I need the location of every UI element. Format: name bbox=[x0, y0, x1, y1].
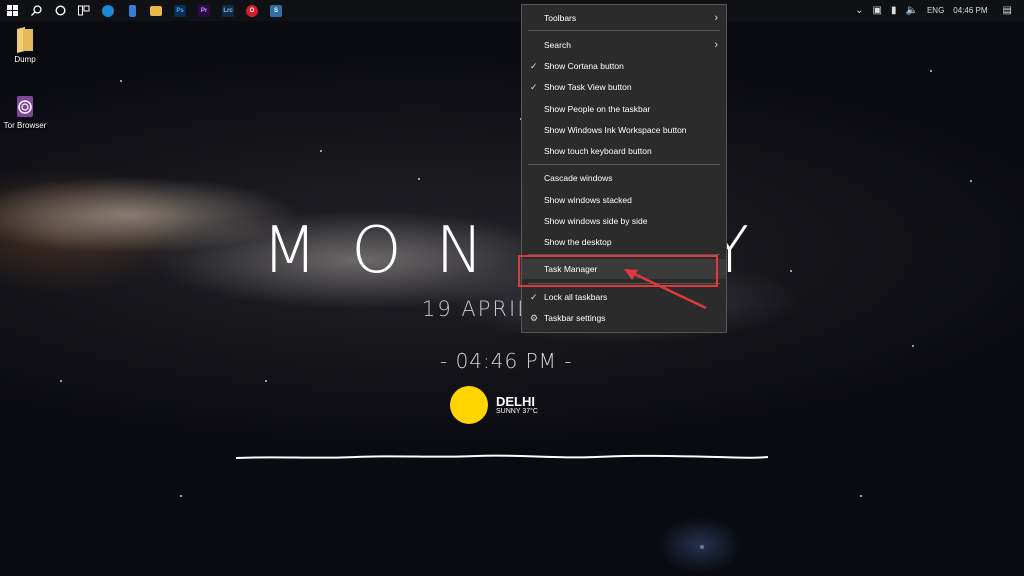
desktop-wallpaper bbox=[0, 0, 1024, 576]
menu-separator bbox=[528, 30, 720, 31]
menu-item-show-desktop[interactable]: Show the desktop bbox=[522, 232, 726, 252]
snip-app[interactable]: S bbox=[264, 0, 288, 21]
menu-item-label: Show windows stacked bbox=[544, 195, 632, 205]
widget-wave-line bbox=[236, 454, 768, 459]
windows-logo-icon bbox=[6, 5, 18, 16]
menu-item-search[interactable]: Search › bbox=[522, 35, 726, 55]
phone-icon bbox=[128, 4, 136, 17]
lightroom-icon: Lrc bbox=[222, 4, 234, 17]
star bbox=[418, 178, 420, 180]
menu-item-cascade-windows[interactable]: Cascade windows bbox=[522, 168, 726, 188]
battery-icon[interactable]: ▮ bbox=[891, 5, 897, 16]
star bbox=[930, 70, 932, 72]
opera-icon: O bbox=[246, 4, 258, 17]
folder-icon bbox=[17, 27, 33, 53]
file-explorer-app[interactable] bbox=[144, 0, 168, 21]
menu-item-show-windows-side-by-side[interactable]: Show windows side by side bbox=[522, 211, 726, 231]
notifications-icon[interactable]: ▤ bbox=[1003, 5, 1012, 16]
star bbox=[180, 495, 182, 497]
menu-item-label: Show People on the taskbar bbox=[544, 104, 651, 114]
premiere-icon: Pr bbox=[198, 4, 210, 17]
volume-icon[interactable]: 🔈 bbox=[906, 5, 918, 16]
star bbox=[860, 495, 862, 497]
snip-icon: S bbox=[270, 4, 282, 17]
folder-icon bbox=[150, 5, 162, 16]
menu-item-show-ink-workspace[interactable]: Show Windows Ink Workspace button bbox=[522, 120, 726, 140]
menu-item-label: Show the desktop bbox=[544, 237, 612, 247]
desktop-icon-tor-browser[interactable]: Tor Browser bbox=[0, 93, 50, 130]
cortana-circle-icon bbox=[54, 5, 66, 16]
phone-app[interactable] bbox=[120, 0, 144, 21]
chevron-right-icon: › bbox=[714, 39, 718, 51]
menu-item-label: Cascade windows bbox=[544, 173, 613, 183]
taskbar: Ps Pr Lrc O S ⌄ ▣ ▮ 🔈 ENG 04:46 PM ▤ bbox=[0, 0, 1024, 21]
menu-item-label: Show touch keyboard button bbox=[544, 146, 652, 156]
menu-item-label: Taskbar settings bbox=[544, 313, 606, 323]
widget-city: DELHI bbox=[496, 394, 535, 409]
tor-browser-icon bbox=[17, 96, 33, 117]
desktop-icon-dump[interactable]: Dump bbox=[0, 27, 50, 64]
desktop-icon-label: Dump bbox=[14, 55, 36, 64]
star bbox=[265, 380, 267, 382]
checkmark-icon: ✓ bbox=[530, 291, 538, 302]
language-indicator[interactable]: ENG bbox=[927, 6, 944, 15]
search-icon bbox=[30, 5, 42, 16]
search-button[interactable] bbox=[24, 0, 48, 21]
red-arrow-annotation bbox=[624, 268, 707, 310]
chevron-right-icon: › bbox=[714, 12, 718, 24]
cortana-button[interactable] bbox=[48, 0, 72, 21]
menu-item-show-cortana[interactable]: ✓ Show Cortana button bbox=[522, 56, 726, 76]
menu-item-label: Show Windows Ink Workspace button bbox=[544, 125, 687, 135]
star bbox=[320, 150, 322, 152]
menu-item-label: Show windows side by side bbox=[544, 216, 648, 226]
edge-icon bbox=[102, 4, 114, 17]
menu-item-label: Lock all taskbars bbox=[544, 292, 608, 302]
star bbox=[912, 345, 914, 347]
widget-day: MON bbox=[262, 214, 518, 288]
star bbox=[120, 80, 122, 82]
system-tray: ⌄ ▣ ▮ 🔈 ENG 04:46 PM ▤ bbox=[855, 0, 1024, 21]
task-view-button[interactable] bbox=[72, 0, 96, 21]
menu-separator bbox=[528, 164, 720, 165]
opera-app[interactable]: O bbox=[240, 0, 264, 21]
premiere-app[interactable]: Pr bbox=[192, 0, 216, 21]
edge-app[interactable] bbox=[96, 0, 120, 21]
task-view-icon bbox=[78, 5, 90, 16]
lightroom-app[interactable]: Lrc bbox=[216, 0, 240, 21]
menu-item-toolbars[interactable]: Toolbars › bbox=[522, 8, 726, 28]
checkmark-icon: ✓ bbox=[530, 60, 538, 71]
network-icon[interactable]: ▣ bbox=[873, 5, 882, 16]
checkmark-icon: ✓ bbox=[530, 81, 538, 92]
start-button[interactable] bbox=[0, 0, 24, 21]
menu-item-show-people[interactable]: Show People on the taskbar bbox=[522, 99, 726, 119]
menu-item-show-touch-keyboard[interactable]: Show touch keyboard button bbox=[522, 141, 726, 161]
clock[interactable]: 04:46 PM bbox=[953, 6, 987, 15]
photoshop-app[interactable]: Ps bbox=[168, 0, 192, 21]
star bbox=[790, 270, 792, 272]
menu-item-show-windows-stacked[interactable]: Show windows stacked bbox=[522, 190, 726, 210]
widget-weather: SUNNY 37°C bbox=[496, 408, 538, 415]
chevron-up-icon[interactable]: ⌄ bbox=[855, 5, 863, 16]
star bbox=[700, 545, 704, 549]
photoshop-icon: Ps bbox=[174, 4, 186, 17]
star bbox=[970, 180, 972, 182]
menu-item-label: Toolbars bbox=[544, 13, 577, 23]
gear-icon: ⚙ bbox=[530, 312, 539, 323]
sun-icon bbox=[450, 386, 488, 424]
desktop-icon-label: Tor Browser bbox=[3, 121, 47, 130]
menu-item-show-task-view[interactable]: ✓ Show Task View button bbox=[522, 77, 726, 97]
star bbox=[60, 380, 62, 382]
menu-item-label: Search bbox=[544, 40, 571, 50]
widget-time: - 04:46 PM - bbox=[440, 349, 573, 373]
menu-item-label: Show Task View button bbox=[544, 82, 632, 92]
menu-item-label: Show Cortana button bbox=[544, 61, 624, 71]
